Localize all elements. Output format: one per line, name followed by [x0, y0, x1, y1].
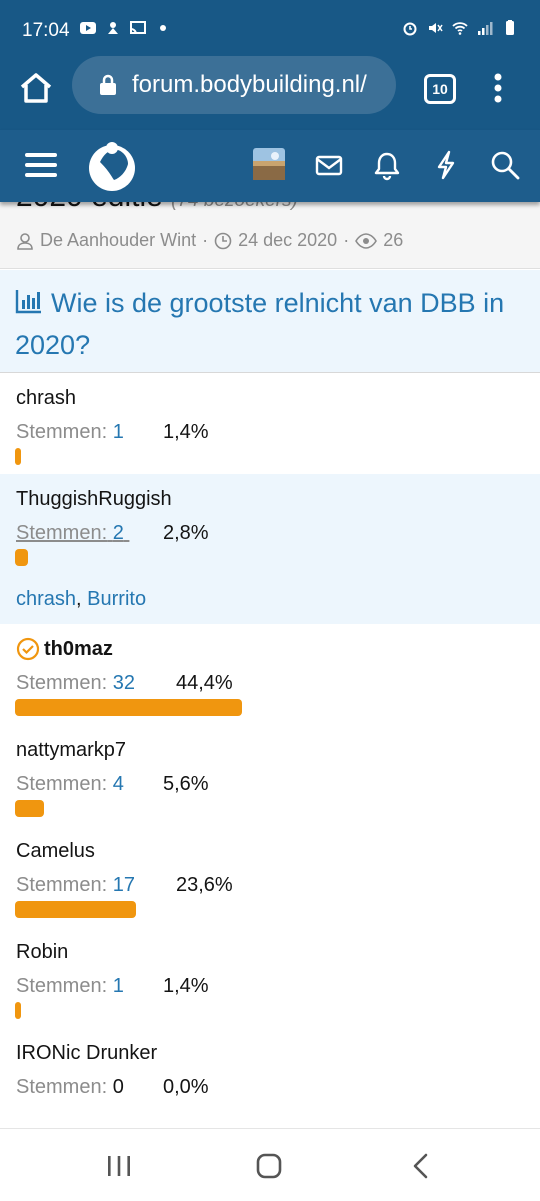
signal-icon — [478, 22, 493, 35]
vote-bar — [15, 1002, 21, 1019]
status-bar: 17:04 — [0, 0, 540, 62]
vote-count[interactable]: Stemmen: 2 — [16, 522, 129, 545]
site-logo[interactable] — [86, 140, 138, 192]
browser-toolbar: forum.bodybuilding.nl/ 10 — [0, 56, 540, 130]
vote-percent: 5,6% — [163, 773, 209, 795]
thread-title: 2020 editie (74 bezoekers) — [16, 202, 298, 214]
vote-count[interactable]: Stemmen: 32 — [16, 672, 135, 695]
eye-icon — [355, 232, 378, 249]
alarm-icon — [403, 22, 417, 36]
more-options-icon[interactable] — [488, 70, 508, 106]
vote-count[interactable]: Stemmen: 4 — [16, 773, 124, 796]
vote-bar — [15, 699, 242, 716]
thread-date[interactable]: 24 dec 2020 — [238, 230, 337, 251]
poll-option: Robin Stemmen: 1 1,4% — [0, 927, 540, 1028]
poll-option: Camelus Stemmen: 17 23,6% — [0, 826, 540, 927]
check-circle-icon — [16, 637, 40, 661]
voter-link[interactable]: chrash — [16, 588, 76, 610]
poll-option-winner: th0maz Stemmen: 32 44,4% — [0, 624, 540, 725]
status-time: 17:04 — [22, 20, 70, 41]
vote-count[interactable]: Stemmen: 1 — [16, 975, 124, 998]
option-name: IRONic Drunker — [16, 1042, 158, 1064]
vote-count[interactable]: Stemmen: 17 — [16, 874, 135, 897]
tab-switcher-button[interactable]: 10 — [424, 74, 456, 104]
menu-icon[interactable] — [24, 148, 58, 182]
vote-percent: 23,6% — [176, 874, 233, 896]
youtube-icon — [80, 22, 96, 34]
poll-option: IRONic Drunker Stemmen: 0 0,0% — [0, 1028, 540, 1129]
poll-option: chrash Stemmen: 1 1,4% — [0, 373, 540, 474]
vote-bar — [15, 549, 28, 566]
thread-author[interactable]: De Aanhouder Wint — [40, 230, 196, 251]
vote-percent: 44,4% — [176, 672, 233, 694]
user-icon — [17, 232, 33, 250]
vote-percent: 1,4% — [163, 975, 209, 997]
dot-icon — [160, 25, 166, 31]
thread-header: 2020 editie (74 bezoekers) De Aanhouder … — [0, 202, 540, 269]
inbox-icon[interactable] — [312, 148, 346, 182]
poll-results: chrash Stemmen: 1 1,4% ThuggishRuggish S… — [0, 373, 540, 1129]
poll-header: Wie is de grootste relnicht van DBB in 2… — [0, 270, 540, 373]
voter-link[interactable]: Burrito — [87, 588, 146, 610]
poll-option: nattymarkp7 Stemmen: 4 5,6% — [0, 725, 540, 826]
avatar[interactable] — [253, 148, 285, 180]
recent-apps-icon[interactable] — [104, 1151, 134, 1181]
option-name: th0maz — [44, 638, 113, 660]
poll-option: ThuggishRuggish Stemmen: 2 2,8% chrash, … — [0, 474, 540, 624]
view-count: 26 — [383, 230, 404, 250]
search-icon[interactable] — [488, 148, 522, 182]
option-name: Robin — [16, 941, 69, 963]
back-icon[interactable] — [406, 1151, 436, 1181]
wifi-icon — [452, 22, 468, 35]
vote-bar — [15, 448, 21, 465]
lightning-icon[interactable] — [429, 148, 463, 182]
vote-count: Stemmen: 0 — [16, 1076, 124, 1098]
cast-icon — [130, 21, 146, 35]
address-bar[interactable]: forum.bodybuilding.nl/ — [72, 56, 396, 114]
site-nav — [0, 130, 540, 202]
mute-icon — [429, 23, 443, 33]
voter-list: chrash, Burrito — [16, 588, 147, 610]
option-name: ThuggishRuggish — [16, 488, 172, 510]
vote-bar — [15, 901, 136, 918]
bell-icon[interactable] — [370, 148, 404, 182]
option-name: nattymarkp7 — [16, 739, 127, 761]
notification-icon — [108, 22, 118, 34]
poll-question: Wie is de grootste relnicht van DBB in 2… — [15, 288, 505, 360]
clock-icon — [214, 232, 232, 249]
battery-icon — [506, 20, 514, 35]
bar-chart-icon — [15, 290, 41, 314]
vote-count[interactable]: Stemmen: 1 — [16, 421, 124, 444]
visitor-count: (74 bezoekers) — [171, 202, 298, 211]
lock-icon — [100, 74, 116, 95]
vote-percent: 2,8% — [163, 522, 209, 544]
system-nav-bar — [0, 1128, 540, 1201]
option-name: Camelus — [16, 840, 95, 862]
vote-bar — [15, 800, 44, 817]
option-name: chrash — [16, 387, 77, 409]
thread-meta: De Aanhouder Wint · 24 dec 2020 · 26 — [16, 230, 403, 251]
home-button-icon[interactable] — [254, 1151, 284, 1181]
vote-percent: 1,4% — [163, 421, 209, 443]
url-text: forum.bodybuilding.nl/ — [132, 71, 367, 98]
vote-percent: 0,0% — [163, 1076, 209, 1098]
home-icon[interactable] — [18, 70, 54, 106]
